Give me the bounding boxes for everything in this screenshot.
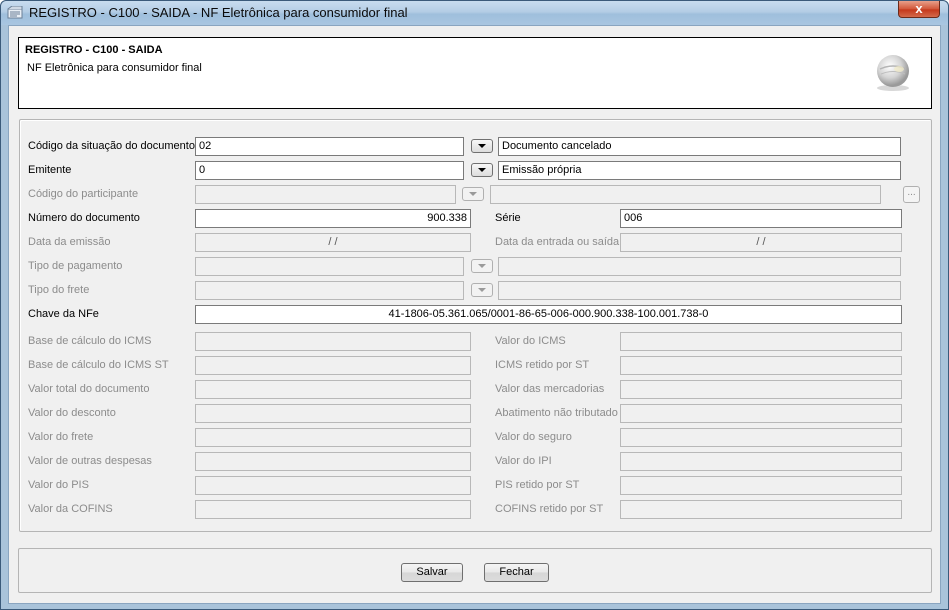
right-value-input[interactable] (620, 476, 902, 495)
emitente-dropdown-button[interactable] (471, 163, 493, 177)
right-value-input[interactable] (620, 404, 902, 423)
dialog-content: REGISTRO - C100 - SAIDA NF Eletrônica pa… (8, 25, 941, 604)
tipo-frete-label: Tipo do frete (28, 284, 90, 296)
right-value-label: PIS retido por ST (495, 479, 580, 491)
data-entrada-label: Data da entrada ou saída (495, 236, 620, 248)
right-value-label: COFINS retido por ST (495, 503, 604, 515)
situacao-description-field: Documento cancelado (498, 137, 901, 156)
right-value-label: Valor do ICMS (495, 335, 566, 347)
right-value-label: ICMS retido por ST (495, 359, 590, 371)
left-value-label: Valor da COFINS (28, 503, 113, 515)
right-value-label: Valor das mercadorias (495, 383, 605, 395)
title-bar[interactable]: REGISTRO - C100 - SAIDA - NF Eletrônica … (1, 1, 948, 25)
app-icon (7, 6, 23, 19)
data-entrada-input[interactable]: / / (620, 233, 902, 252)
participante-label: Código do participante (28, 188, 139, 200)
emitente-label: Emitente (28, 164, 72, 176)
right-value-input[interactable] (620, 356, 902, 375)
left-value-label: Valor de outras despesas (28, 455, 152, 467)
participante-dropdown-button[interactable] (462, 187, 484, 201)
right-value-label: Valor do IPI (495, 455, 552, 467)
left-value-label: Valor do desconto (28, 407, 116, 419)
right-value-input[interactable] (620, 332, 902, 351)
globe-logo-icon (877, 55, 909, 91)
right-value-input[interactable] (620, 380, 902, 399)
tipo-pagamento-input[interactable] (195, 257, 464, 276)
situacao-code-input[interactable]: 02 (195, 137, 464, 156)
form-panel: Código da situação do documento 02 Docum… (19, 119, 932, 532)
left-value-label: Valor total do documento (28, 383, 150, 395)
left-value-input[interactable] (195, 452, 471, 471)
tipo-frete-description-field (498, 281, 901, 300)
left-value-label: Valor do frete (28, 431, 94, 443)
close-window-button[interactable]: x (898, 1, 940, 18)
left-value-label: Base de cálculo do ICMS (28, 335, 152, 347)
serie-input[interactable]: 006 (620, 209, 902, 228)
tipo-frete-input[interactable] (195, 281, 464, 300)
right-value-label: Abatimento não tributado (495, 407, 618, 419)
situacao-label: Código da situação do documento (28, 140, 195, 152)
save-button[interactable]: Salvar (401, 563, 463, 582)
left-value-input[interactable] (195, 404, 471, 423)
situacao-dropdown-button[interactable] (471, 139, 493, 153)
data-emissao-input[interactable]: / / (195, 233, 471, 252)
close-button[interactable]: Fechar (484, 563, 549, 582)
right-value-label: Valor do seguro (495, 431, 572, 443)
participante-code-input[interactable] (195, 185, 456, 204)
header-title: REGISTRO - C100 - SAIDA (25, 44, 163, 56)
numero-input[interactable]: 900.338 (195, 209, 471, 228)
left-value-input[interactable] (195, 380, 471, 399)
left-value-input[interactable] (195, 428, 471, 447)
left-value-label: Base de cálculo do ICMS ST (28, 359, 169, 371)
dialog-window: REGISTRO - C100 - SAIDA - NF Eletrônica … (0, 0, 949, 610)
emitente-description-field: Emissão própria (498, 161, 901, 180)
header-subtitle: NF Eletrônica para consumidor final (27, 62, 202, 74)
left-value-label: Valor do PIS (28, 479, 89, 491)
serie-label: Série (495, 212, 521, 224)
data-emissao-label: Data da emissão (28, 236, 111, 248)
right-value-input[interactable] (620, 500, 902, 519)
tipo-pagamento-dropdown-button[interactable] (471, 259, 493, 273)
participante-lookup-button[interactable]: ... (903, 186, 920, 203)
window-title: REGISTRO - C100 - SAIDA - NF Eletrônica … (29, 5, 408, 20)
participante-description-field (490, 185, 881, 204)
tipo-pagamento-description-field (498, 257, 901, 276)
numero-label: Número do documento (28, 212, 140, 224)
header-panel: REGISTRO - C100 - SAIDA NF Eletrônica pa… (18, 37, 932, 109)
left-value-input[interactable] (195, 500, 471, 519)
right-value-input[interactable] (620, 428, 902, 447)
chave-nfe-input[interactable]: 41-1806-05.361.065/0001-86-65-006-000.90… (195, 305, 902, 324)
left-value-input[interactable] (195, 332, 471, 351)
button-panel: Salvar Fechar (18, 548, 932, 593)
chave-nfe-label: Chave da NFe (28, 308, 99, 320)
left-value-input[interactable] (195, 356, 471, 375)
right-value-input[interactable] (620, 452, 902, 471)
tipo-pagamento-label: Tipo de pagamento (28, 260, 123, 272)
emitente-code-input[interactable]: 0 (195, 161, 464, 180)
left-value-input[interactable] (195, 476, 471, 495)
tipo-frete-dropdown-button[interactable] (471, 283, 493, 297)
